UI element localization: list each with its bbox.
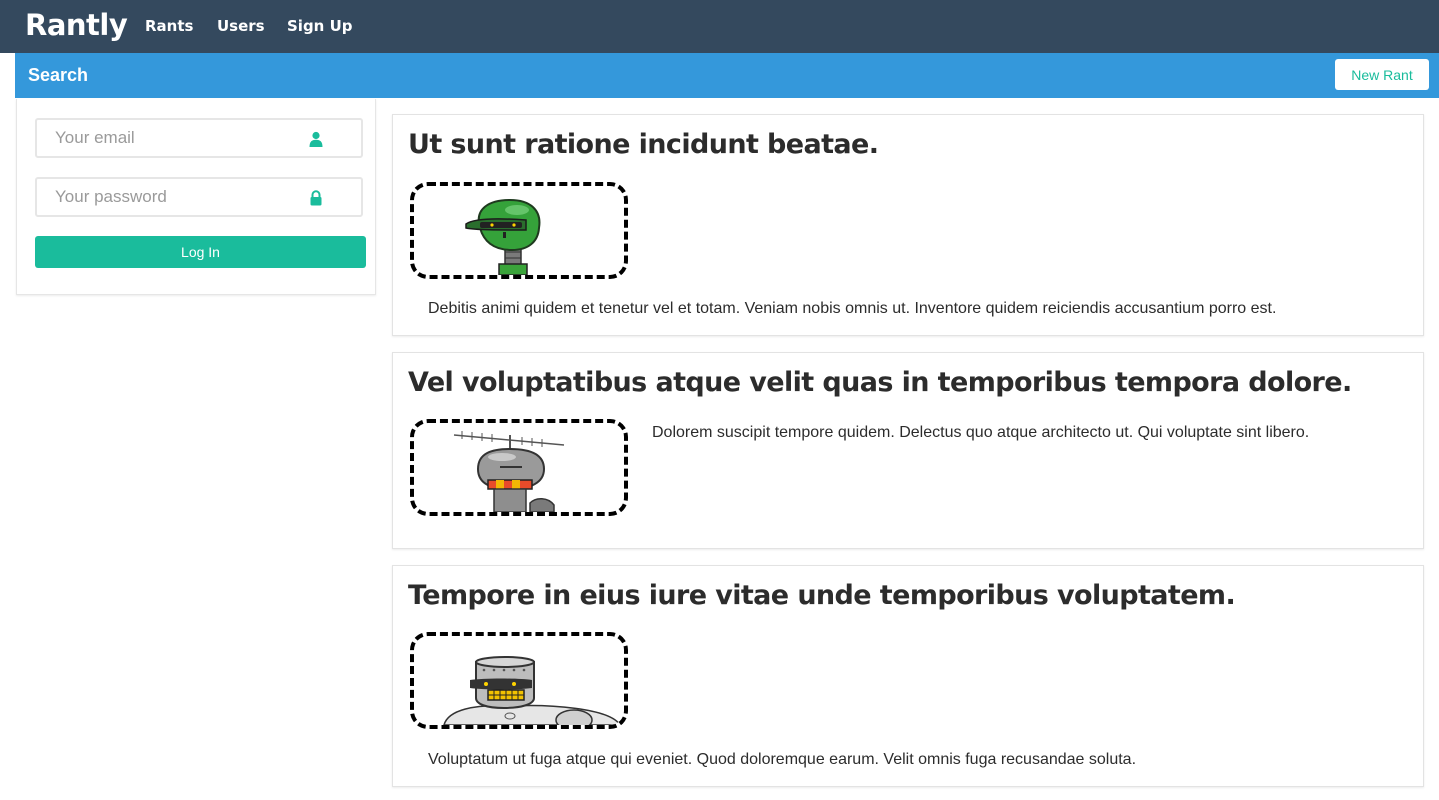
rant-title[interactable]: Ut sunt ratione incidunt beatae. — [408, 129, 879, 160]
top-navbar: Rantly Rants Users Sign Up — [0, 0, 1439, 53]
user-icon — [309, 131, 323, 147]
nav-link-users[interactable]: Users — [217, 17, 265, 35]
email-field-wrapper — [35, 118, 363, 158]
rant-title[interactable]: Vel voluptatibus atque velit quas in tem… — [408, 367, 1352, 398]
rant-body: Dolorem suscipit tempore quidem. Delectu… — [652, 424, 1310, 441]
nav-link-rants[interactable]: Rants — [145, 17, 193, 35]
rant-card: Tempore in eius iure vitae unde temporib… — [392, 565, 1424, 787]
search-bar: Search New Rant — [15, 53, 1439, 98]
rant-card: Ut sunt ratione incidunt beatae. Debitis… — [392, 114, 1424, 336]
brand-logo[interactable]: Rantly — [25, 8, 128, 42]
new-rant-button[interactable]: New Rant — [1335, 59, 1429, 90]
nav-link-sign-up[interactable]: Sign Up — [287, 17, 353, 35]
password-field-wrapper — [35, 177, 363, 217]
lock-icon — [310, 190, 322, 206]
rant-avatar — [410, 419, 628, 516]
rant-avatar — [410, 182, 628, 279]
password-input[interactable] — [37, 179, 325, 215]
rant-title[interactable]: Tempore in eius iure vitae unde temporib… — [408, 580, 1236, 611]
log-in-button[interactable]: Log In — [35, 236, 366, 268]
rant-body: Debitis animi quidem et tenetur vel et t… — [428, 300, 1277, 317]
green-robot-icon — [465, 198, 541, 275]
rant-body: Voluptatum ut fuga atque qui eveniet. Qu… — [428, 751, 1137, 768]
login-panel: Log In — [16, 99, 376, 295]
bucket-robot-icon — [443, 656, 621, 725]
antenna-robot-icon — [453, 431, 565, 512]
rant-card: Vel voluptatibus atque velit quas in tem… — [392, 352, 1424, 549]
rant-avatar — [410, 632, 628, 729]
email-input[interactable] — [37, 120, 325, 156]
search-title[interactable]: Search — [28, 65, 88, 86]
